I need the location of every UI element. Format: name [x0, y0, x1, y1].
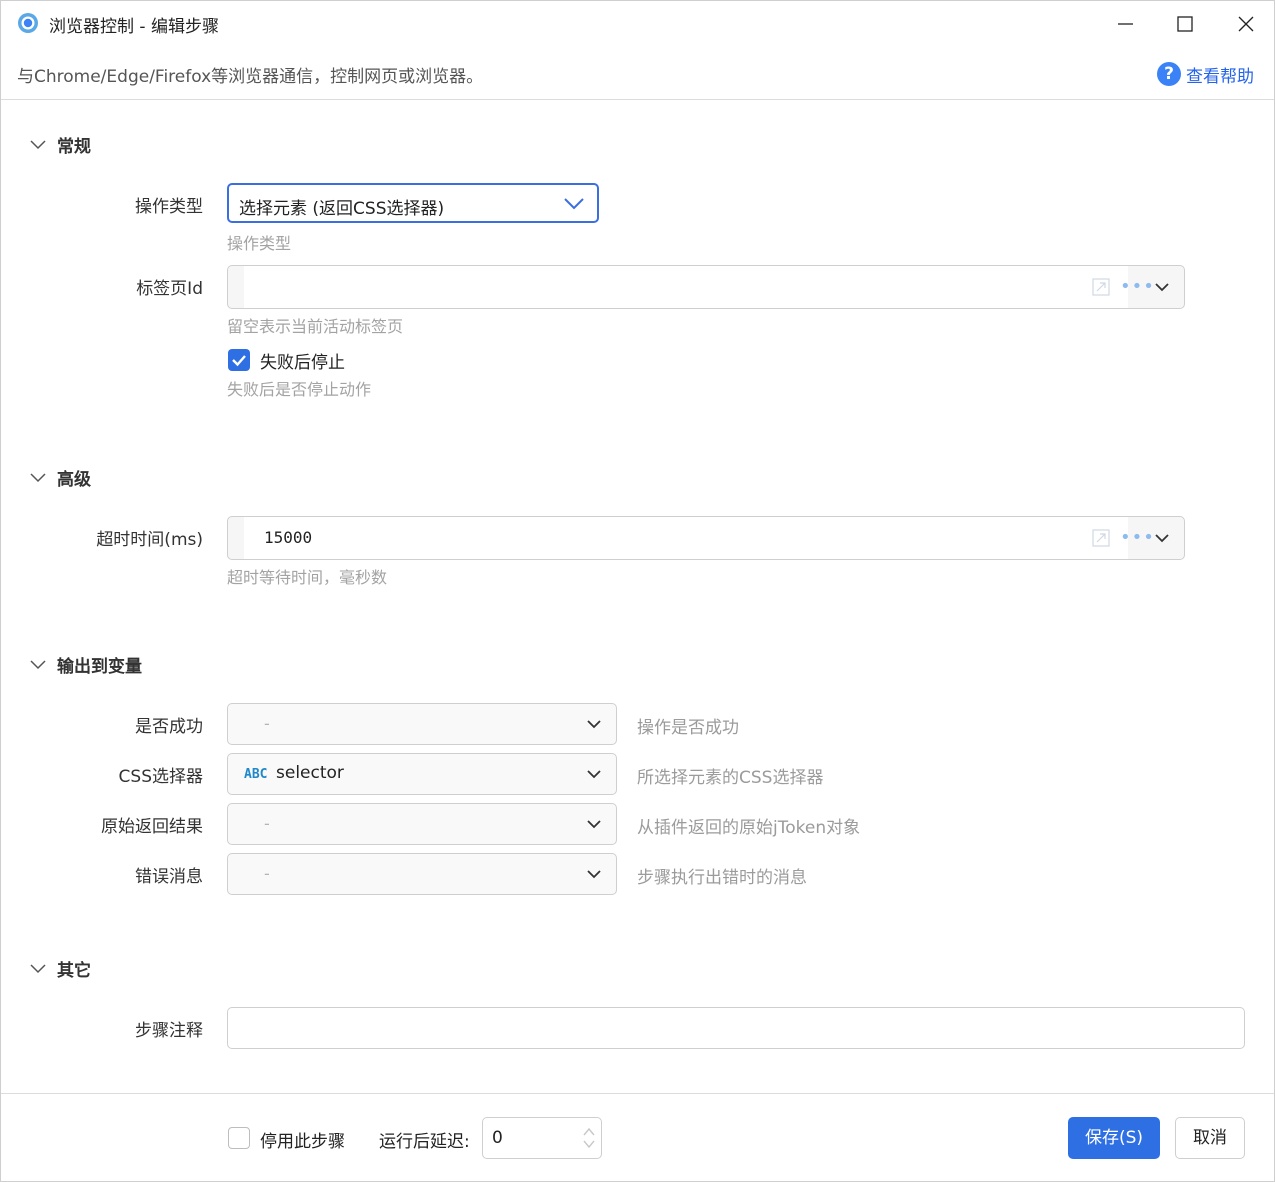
output-error-label: 错误消息: [135, 867, 203, 887]
output-error-hint: 步骤执行出错时的消息: [637, 868, 807, 888]
tab-id-combo: •••: [227, 265, 1185, 309]
output-error-value: -: [264, 864, 270, 883]
op-type-label: 操作类型: [135, 197, 203, 217]
delay-input[interactable]: 0: [482, 1117, 602, 1159]
chevron-down-icon: [564, 198, 584, 210]
window-title: 浏览器控制 - 编辑步骤: [49, 17, 219, 37]
disable-step-checkbox[interactable]: [228, 1127, 250, 1149]
section-output-title: 输出到变量: [57, 657, 142, 677]
step-note-input[interactable]: [227, 1007, 1245, 1049]
stop-on-fail-label: 失败后停止: [260, 353, 345, 373]
output-css-selector-value: selector: [276, 763, 344, 783]
string-type-icon: ABC: [244, 767, 268, 782]
timeout-input[interactable]: 15000 •••: [244, 517, 1154, 559]
output-raw-result-hint: 从插件返回的原始jToken对象: [637, 818, 861, 838]
more-options-icon[interactable]: •••: [1120, 527, 1155, 548]
step-note-label: 步骤注释: [135, 1021, 203, 1041]
output-success-select[interactable]: -: [227, 703, 617, 745]
chevron-down-icon: [587, 770, 601, 779]
more-options-icon[interactable]: •••: [1120, 276, 1155, 297]
disable-step-label: 停用此步骤: [260, 1132, 345, 1152]
chevron-down-icon: [30, 140, 46, 150]
minimize-icon: [1118, 23, 1133, 25]
chevron-down-icon: [587, 870, 601, 879]
section-advanced-title: 高级: [57, 470, 91, 490]
output-css-selector-label: CSS选择器: [118, 767, 203, 787]
maximize-button[interactable]: [1155, 1, 1215, 47]
edit-step-dialog: 浏览器控制 - 编辑步骤 与Chrome/Edge/Firefox等浏览器通信，…: [0, 0, 1275, 1182]
output-raw-result-select[interactable]: -: [227, 803, 617, 845]
spinner-arrows-icon[interactable]: [581, 1124, 597, 1152]
section-other-title: 其它: [57, 961, 91, 981]
footer-divider: [1, 1093, 1274, 1094]
output-css-selector-select[interactable]: ABC selector: [227, 753, 617, 795]
output-raw-result-value: -: [264, 814, 270, 833]
chevron-down-icon: [587, 820, 601, 829]
checkmark-icon: [232, 355, 246, 367]
timeout-value: 15000: [264, 528, 313, 547]
op-type-value: 选择元素 (返回CSS选择器): [239, 199, 445, 219]
title-bar: 浏览器控制 - 编辑步骤: [1, 1, 1274, 47]
tab-id-label: 标签页Id: [136, 279, 203, 299]
external-link-icon[interactable]: [1092, 529, 1110, 547]
external-link-icon[interactable]: [1092, 278, 1110, 296]
help-link-label: 查看帮助: [1186, 67, 1254, 87]
output-success-value: -: [264, 714, 270, 733]
minimize-button[interactable]: [1095, 1, 1155, 47]
tab-id-hint: 留空表示当前活动标签页: [227, 317, 404, 336]
delay-value: 0: [492, 1128, 503, 1148]
output-success-hint: 操作是否成功: [637, 718, 739, 738]
header-divider: [1, 99, 1274, 100]
chevron-down-icon[interactable]: [1154, 279, 1170, 295]
chevron-down-icon: [587, 720, 601, 729]
dialog-description: 与Chrome/Edge/Firefox等浏览器通信，控制网页或浏览器。: [17, 67, 484, 87]
help-icon: ?: [1157, 62, 1181, 86]
timeout-hint: 超时等待时间，毫秒数: [227, 568, 388, 587]
stop-on-fail-hint: 失败后是否停止动作: [227, 380, 372, 399]
output-error-select[interactable]: -: [227, 853, 617, 895]
tab-id-input[interactable]: •••: [244, 266, 1154, 308]
output-raw-result-label: 原始返回结果: [101, 817, 203, 837]
op-type-select[interactable]: 选择元素 (返回CSS选择器): [227, 183, 599, 223]
timeout-label: 超时时间(ms): [96, 530, 203, 550]
delay-label: 运行后延迟:: [379, 1132, 470, 1152]
op-type-hint: 操作类型: [227, 234, 292, 253]
chevron-down-icon: [30, 964, 46, 974]
section-general-title: 常规: [57, 137, 91, 157]
close-button[interactable]: [1215, 1, 1274, 47]
maximize-icon: [1177, 16, 1193, 32]
close-icon: [1238, 16, 1254, 32]
browser-app-icon: [18, 13, 38, 33]
chevron-down-icon: [30, 473, 46, 483]
save-button[interactable]: 保存(S): [1068, 1117, 1160, 1159]
timeout-combo: 15000 •••: [227, 516, 1185, 560]
stop-on-fail-checkbox[interactable]: [228, 349, 250, 371]
chevron-down-icon: [30, 660, 46, 670]
output-css-selector-hint: 所选择元素的CSS选择器: [637, 768, 824, 788]
cancel-button[interactable]: 取消: [1175, 1117, 1245, 1159]
chevron-down-icon[interactable]: [1154, 530, 1170, 546]
output-success-label: 是否成功: [135, 717, 203, 737]
